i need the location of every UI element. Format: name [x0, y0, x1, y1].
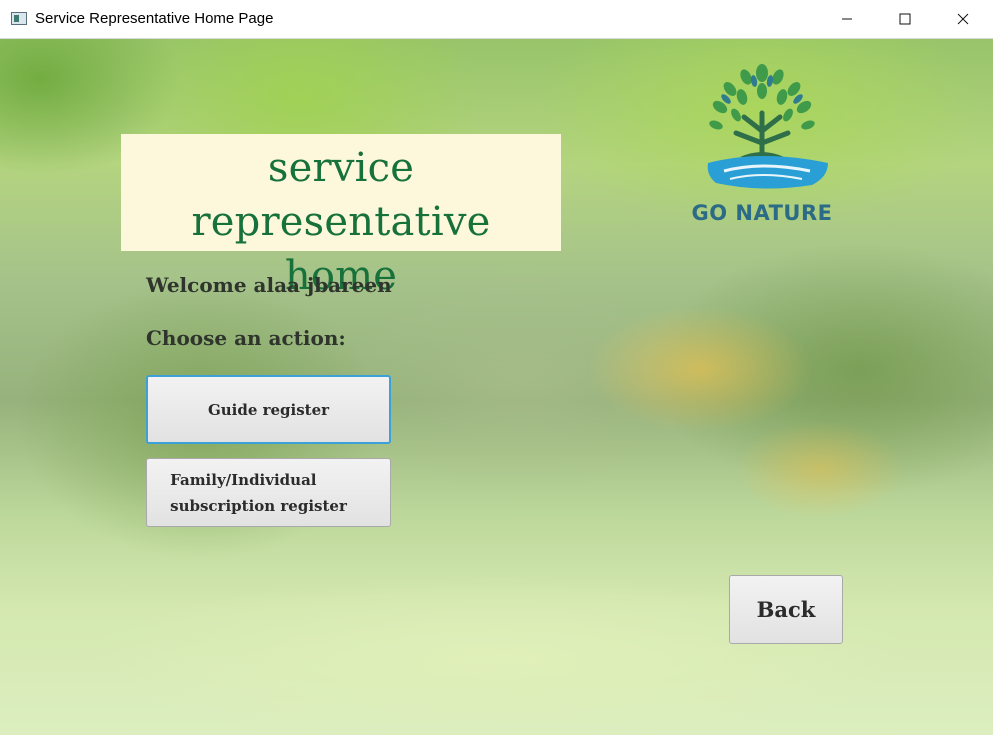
maximize-icon	[899, 13, 911, 25]
maximize-button[interactable]	[876, 0, 934, 38]
go-nature-logo: GO NATURE	[680, 53, 844, 233]
app-icon	[11, 12, 27, 25]
background-scene: service representative home GO NATURE We…	[0, 39, 993, 735]
title-banner: service representative home	[121, 134, 561, 299]
title-bar: Service Representative Home Page	[0, 0, 993, 39]
back-button[interactable]: Back	[729, 575, 843, 644]
guide-register-button[interactable]: Guide register	[146, 375, 391, 444]
minimize-icon	[842, 18, 852, 20]
welcome-message: Welcome alaa jbareen	[146, 273, 392, 297]
logo-text: GO NATURE	[691, 201, 833, 225]
tree-logo-icon	[707, 64, 828, 189]
close-icon	[957, 13, 969, 25]
action-prompt: Choose an action:	[146, 326, 346, 350]
close-button[interactable]	[934, 0, 992, 38]
minimize-button[interactable]	[818, 0, 876, 38]
window-title: Service Representative Home Page	[35, 10, 274, 27]
subscription-register-button[interactable]: Family/Individual subscription register	[146, 458, 391, 527]
